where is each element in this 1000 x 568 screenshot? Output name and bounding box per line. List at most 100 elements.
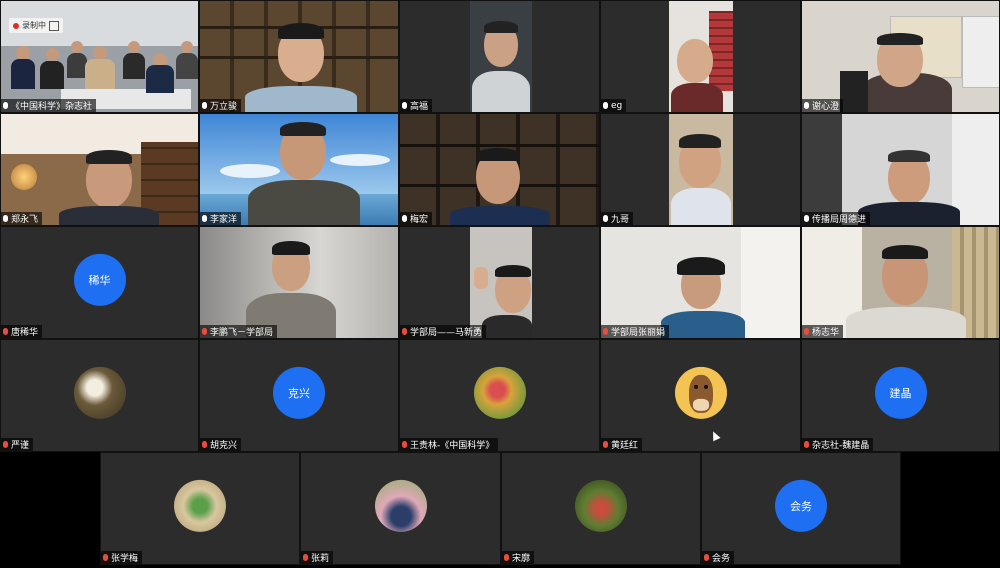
recording-indicator[interactable]: 录制中 bbox=[9, 18, 63, 33]
video-feed bbox=[1, 114, 198, 225]
participant-name-tag: 《中国科学》杂志社 bbox=[1, 99, 97, 112]
participant-tile[interactable]: 张莉 bbox=[300, 452, 501, 565]
mic-icon bbox=[202, 102, 207, 109]
mic-muted-icon bbox=[202, 441, 207, 448]
mic-icon bbox=[402, 102, 407, 109]
recording-label: 录制中 bbox=[22, 21, 46, 30]
mic-muted-icon bbox=[202, 328, 207, 335]
participant-tile[interactable]: 郑永飞 bbox=[0, 113, 199, 226]
participant-name-tag: 高福 bbox=[400, 99, 433, 112]
mic-muted-icon bbox=[402, 441, 407, 448]
video-feed bbox=[200, 1, 398, 112]
participant-tile[interactable]: 录制中 《中国科学》杂志社 bbox=[0, 0, 199, 113]
participant-tile[interactable]: 会务 会务 bbox=[701, 452, 901, 565]
mic-muted-icon bbox=[3, 441, 8, 448]
mic-icon bbox=[3, 215, 8, 222]
video-feed bbox=[200, 114, 398, 225]
participant-name-tag: 胡克兴 bbox=[200, 438, 242, 451]
participant-name-tag: 学部局——马新勇 bbox=[400, 325, 487, 338]
participant-tile[interactable]: 学部局——马新勇 bbox=[399, 226, 600, 339]
video-feed bbox=[400, 114, 599, 225]
participant-name-tag: 杂志社-魏建晶 bbox=[802, 438, 874, 451]
participant-tile[interactable]: 学部局张丽娟 bbox=[600, 226, 801, 339]
participant-tile[interactable]: 传播局周德进 bbox=[801, 113, 1000, 226]
flowers-avatar-icon bbox=[473, 366, 526, 419]
mic-muted-icon bbox=[804, 441, 809, 448]
mic-muted-icon bbox=[303, 554, 308, 561]
stop-record-icon[interactable] bbox=[49, 20, 59, 31]
participant-tile[interactable]: 张学梅 bbox=[100, 452, 300, 565]
participant-name-tag: 会务 bbox=[702, 551, 735, 564]
garden-avatar-icon bbox=[575, 479, 627, 532]
mic-icon bbox=[3, 102, 8, 109]
mic-muted-icon bbox=[103, 554, 108, 561]
person-blossom-avatar-icon bbox=[374, 479, 427, 532]
participant-name-tag: 张学梅 bbox=[101, 551, 143, 564]
participant-tile[interactable]: 高福 bbox=[399, 0, 600, 113]
mic-muted-icon bbox=[603, 441, 608, 448]
video-feed bbox=[802, 1, 999, 112]
participant-name-tag: 黄廷红 bbox=[601, 438, 643, 451]
participant-tile[interactable]: 建晶 杂志社-魏建晶 bbox=[801, 339, 1000, 452]
mic-muted-icon bbox=[704, 554, 709, 561]
participant-tile[interactable]: 宋廓 bbox=[501, 452, 701, 565]
avatar: 建晶 bbox=[874, 366, 927, 419]
mic-muted-icon bbox=[3, 328, 8, 335]
avatar: 稀华 bbox=[73, 253, 126, 306]
mic-muted-icon bbox=[804, 328, 809, 335]
participant-tile[interactable]: 严谨 bbox=[0, 339, 199, 452]
participant-name-tag: 宋廓 bbox=[502, 551, 535, 564]
participant-tile[interactable]: 黄廷红 bbox=[600, 339, 801, 452]
participant-name-tag: 谢心澄 bbox=[802, 99, 844, 112]
mic-muted-icon bbox=[504, 554, 509, 561]
participant-name-tag: 杨志华 bbox=[802, 325, 844, 338]
avatar: 会务 bbox=[775, 479, 827, 532]
mic-icon bbox=[603, 102, 608, 109]
participant-name-tag: 九哥 bbox=[601, 212, 634, 225]
mic-muted-icon bbox=[603, 328, 608, 335]
video-feed bbox=[802, 114, 999, 225]
video-grid: 录制中 《中国科学》杂志社 万立骏 高福 eg 谢心澄 郑永飞 李家洋 梅宏 九… bbox=[0, 0, 1000, 568]
mic-icon bbox=[402, 215, 407, 222]
mic-muted-icon bbox=[402, 328, 407, 335]
clover-avatar-icon bbox=[174, 479, 226, 532]
participant-tile[interactable]: eg bbox=[600, 0, 801, 113]
participant-name-tag: 王贵林-《中国科学》 bbox=[400, 438, 499, 451]
participant-name-tag: eg bbox=[601, 99, 627, 112]
participant-tile[interactable]: 克兴 胡克兴 bbox=[199, 339, 399, 452]
mic-icon bbox=[603, 215, 608, 222]
participant-name-tag: 学部局张丽娟 bbox=[601, 325, 670, 338]
participant-tile[interactable]: 万立骏 bbox=[199, 0, 399, 113]
mic-icon bbox=[202, 215, 207, 222]
participant-name-tag: 李家洋 bbox=[200, 212, 242, 225]
participant-name-tag: 严谨 bbox=[1, 438, 34, 451]
participant-name-tag: 张莉 bbox=[301, 551, 334, 564]
participant-name-tag: 李鹏飞－学部局 bbox=[200, 325, 278, 338]
video-feed bbox=[601, 114, 800, 225]
mic-icon bbox=[804, 215, 809, 222]
participant-tile[interactable]: 王贵林-《中国科学》 bbox=[399, 339, 600, 452]
avatar: 克兴 bbox=[273, 366, 325, 419]
participant-tile[interactable]: 杨志华 bbox=[801, 226, 1000, 339]
horse-cartoon-avatar-icon bbox=[674, 366, 727, 419]
participant-name-tag: 郑永飞 bbox=[1, 212, 43, 225]
video-feed bbox=[200, 227, 398, 338]
participant-tile[interactable]: 谢心澄 bbox=[801, 0, 1000, 113]
video-feed bbox=[400, 1, 599, 112]
record-dot-icon bbox=[13, 22, 19, 29]
video-feed bbox=[601, 1, 800, 112]
video-feed bbox=[601, 227, 800, 338]
magnolia-avatar-icon bbox=[73, 366, 126, 419]
participant-name-tag: 梅宏 bbox=[400, 212, 433, 225]
participant-name-tag: 传播局周德进 bbox=[802, 212, 871, 225]
mic-icon bbox=[804, 102, 809, 109]
participant-tile[interactable]: 梅宏 bbox=[399, 113, 600, 226]
participant-tile[interactable]: 稀华 唐稀华 bbox=[0, 226, 199, 339]
video-feed bbox=[400, 227, 599, 338]
participant-tile[interactable]: 九哥 bbox=[600, 113, 801, 226]
video-feed bbox=[802, 227, 999, 338]
participant-tile[interactable]: 李鹏飞－学部局 bbox=[199, 226, 399, 339]
participant-tile[interactable]: 李家洋 bbox=[199, 113, 399, 226]
participant-name-tag: 万立骏 bbox=[200, 99, 242, 112]
participant-name-tag: 唐稀华 bbox=[1, 325, 43, 338]
